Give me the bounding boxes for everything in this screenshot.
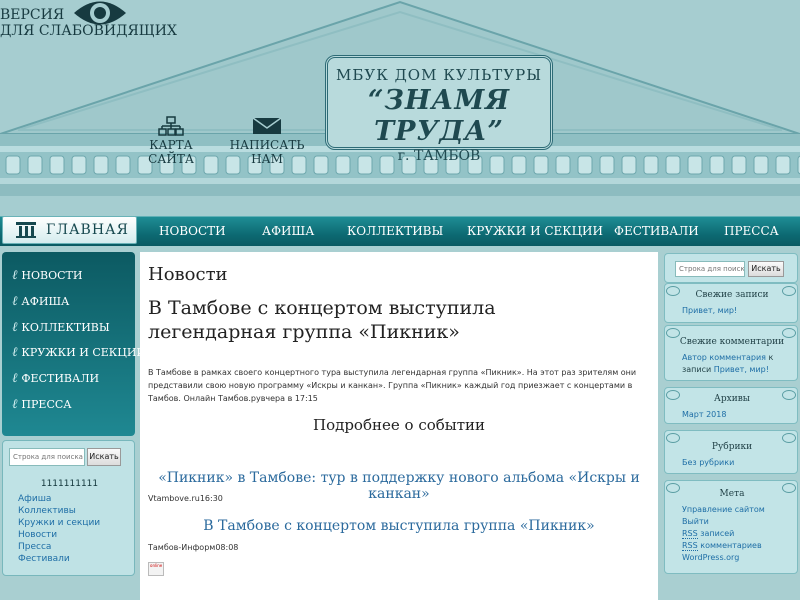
meta-admin-link[interactable]: Управление сайтом bbox=[682, 505, 765, 514]
recent-comment-line1: Автор комментария к bbox=[682, 353, 774, 362]
nav-item-collectives[interactable]: КОЛЛЕКТИВЫ bbox=[347, 224, 443, 238]
recent-comments-title: Свежие комментарии bbox=[679, 337, 785, 347]
meta-rss-comments-link[interactable]: RSS комментариев bbox=[682, 541, 762, 551]
main-content: Новости В Тамбове с концертом выступила … bbox=[140, 252, 658, 600]
right-search-button[interactable]: Искать bbox=[748, 261, 784, 277]
swirl-icon: ℓ bbox=[12, 371, 18, 386]
nav-home-label: ГЛАВНАЯ bbox=[46, 222, 129, 238]
sitemap-label: КАРТА САЙТА bbox=[148, 138, 194, 166]
comment-author-link[interactable]: Автор комментария bbox=[682, 353, 766, 362]
right-search-widget: Искать bbox=[664, 253, 798, 283]
swirl-icon: ℓ bbox=[12, 345, 18, 360]
sidebar-item-afisha[interactable]: ℓ АФИША bbox=[12, 293, 69, 309]
left-link-news[interactable]: Новости bbox=[18, 530, 57, 540]
meta-widget: Мета Управление сайтом Выйти RSS записей… bbox=[664, 480, 798, 574]
left-link-collectives[interactable]: Коллективы bbox=[18, 506, 76, 516]
right-search-input[interactable] bbox=[675, 261, 745, 277]
archives-title: Архивы bbox=[714, 394, 750, 404]
left-link-afisha[interactable]: Афиша bbox=[18, 494, 51, 504]
recent-comments-widget: Свежие комментарии Автор комментария к з… bbox=[664, 325, 798, 381]
nav-item-news[interactable]: НОВОСТИ bbox=[159, 224, 226, 238]
recent-posts-title: Свежие записи bbox=[695, 290, 769, 300]
categories-title: Рубрики bbox=[711, 442, 753, 452]
related-story-source: Vtambove.ru16:30 bbox=[148, 494, 223, 503]
left-search-button[interactable]: Искать bbox=[87, 448, 121, 466]
envelope-icon bbox=[252, 117, 282, 134]
write-us-label: НАПИСАТЬ НАМ bbox=[229, 138, 305, 166]
recent-post-link[interactable]: Привет, мир! bbox=[682, 306, 737, 315]
left-link-festivals[interactable]: Фестивали bbox=[18, 554, 70, 564]
sidebar-item-clubs[interactable]: ℓ КРУЖКИ И СЕКЦИИ bbox=[12, 344, 146, 360]
sitemap-icon bbox=[158, 116, 184, 136]
nav-item-festivals[interactable]: ФЕСТИВАЛИ bbox=[614, 224, 699, 238]
left-link-press[interactable]: Пресса bbox=[18, 542, 51, 552]
category-link[interactable]: Без рубрики bbox=[682, 458, 734, 467]
swirl-icon: ℓ bbox=[12, 294, 18, 309]
organization-plaque: МБУК ДОМ КУЛЬТУРЫ “ЗНАМЯ ТРУДА” г. ТАМБО… bbox=[325, 55, 553, 164]
read-more-link[interactable]: Подробнее о событии bbox=[140, 416, 658, 434]
write-us-link[interactable]: НАПИСАТЬ НАМ bbox=[224, 116, 310, 166]
archives-widget: Архивы Март 2018 bbox=[664, 387, 798, 424]
sidebar-item-festivals[interactable]: ℓ ФЕСТИВАЛИ bbox=[12, 370, 99, 386]
online-badge[interactable]: online bbox=[148, 562, 164, 576]
main-navigation: ГЛАВНАЯ НОВОСТИ АФИША КОЛЛЕКТИВЫ КРУЖКИ … bbox=[0, 216, 800, 246]
left-sidebar-menu: ℓ НОВОСТИ ℓ АФИША ℓ КОЛЛЕКТИВЫ ℓ КРУЖКИ И СЕ… bbox=[2, 252, 146, 436]
sidebar-item-collectives[interactable]: ℓ КОЛЛЕКТИВЫ bbox=[12, 319, 110, 335]
categories-widget: Рубрики Без рубрики bbox=[664, 430, 798, 474]
sidebar-item-press[interactable]: ℓ ПРЕССА bbox=[12, 396, 72, 412]
swirl-icon: ℓ bbox=[12, 268, 18, 283]
nav-item-press[interactable]: ПРЕССА bbox=[724, 224, 779, 238]
nav-home-tab[interactable]: ГЛАВНАЯ bbox=[2, 216, 137, 244]
comment-post-link[interactable]: Привет, мир! bbox=[714, 365, 769, 374]
article-body: В Тамбове в рамках своего концертного ту… bbox=[148, 368, 637, 403]
column-icon bbox=[16, 222, 36, 238]
swirl-icon: ℓ bbox=[12, 320, 18, 335]
meta-logout-link[interactable]: Выйти bbox=[682, 517, 709, 526]
related-story-link[interactable]: В Тамбове с концертом выступила группа «… bbox=[140, 518, 658, 534]
swirl-icon: ℓ bbox=[12, 397, 18, 412]
meta-title: Мета bbox=[719, 489, 745, 499]
page-title: Новости bbox=[148, 264, 228, 285]
visit-counter: 1111111111 bbox=[40, 479, 99, 489]
eye-icon bbox=[74, 1, 126, 25]
meta-wordpress-link[interactable]: WordPress.org bbox=[682, 553, 739, 562]
article-title: В Тамбове с концертом выступила легендар… bbox=[148, 297, 496, 343]
nav-item-clubs[interactable]: КРУЖКИ И СЕКЦИИ bbox=[467, 224, 603, 238]
org-type: МБУК ДОМ КУЛЬТУРЫ bbox=[336, 66, 542, 84]
org-city: г. ТАМБОВ bbox=[397, 148, 481, 164]
left-search-widget: Искать 1111111111 Афиша Коллективы Кружк… bbox=[2, 440, 135, 576]
recent-posts-widget: Свежие записи Привет, мир! bbox=[664, 283, 798, 323]
related-story-source: Тамбов-Информ08:08 bbox=[148, 543, 239, 552]
site-header: МБУК ДОМ КУЛЬТУРЫ “ЗНАМЯ ТРУДА” г. ТАМБО… bbox=[0, 0, 800, 216]
left-link-clubs[interactable]: Кружки и секции bbox=[18, 518, 100, 528]
sidebar-item-news[interactable]: ℓ НОВОСТИ bbox=[12, 267, 82, 283]
archive-link[interactable]: Март 2018 bbox=[682, 410, 726, 419]
meta-rss-entries-link[interactable]: RSS записей bbox=[682, 529, 734, 539]
org-name: “ЗНАМЯ ТРУДА” bbox=[367, 85, 511, 147]
left-search-input[interactable] bbox=[9, 448, 85, 466]
nav-item-afisha[interactable]: АФИША bbox=[262, 224, 314, 238]
sitemap-link[interactable]: КАРТА САЙТА bbox=[133, 116, 209, 166]
recent-comment-line2: записи Привет, мир! bbox=[682, 365, 769, 374]
